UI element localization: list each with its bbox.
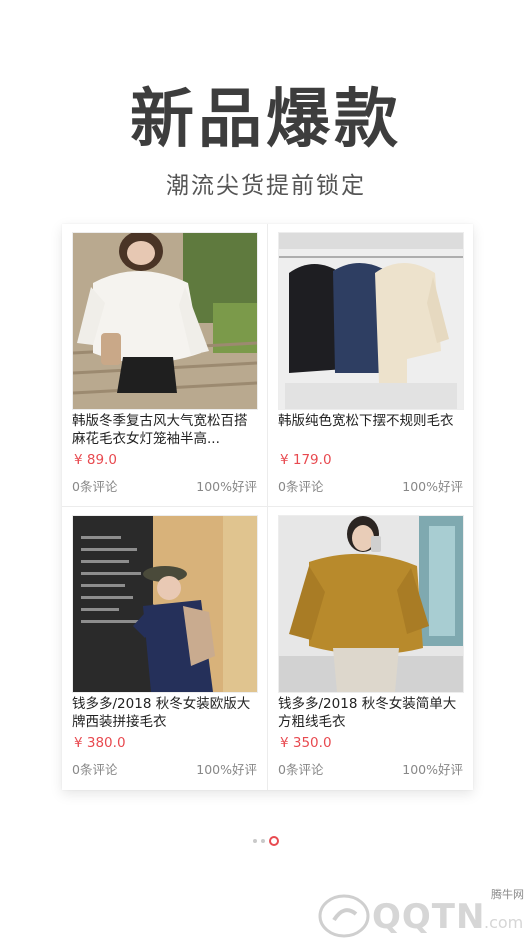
svg-text:.com: .com (484, 913, 523, 932)
watermark: 腾牛网 QQTN .com (316, 886, 526, 938)
product-comments: 0条评论 (72, 762, 118, 777)
product-image[interactable] (72, 232, 258, 410)
product-item[interactable]: 韩版纯色宽松下摆不规则毛衣 ¥ 179.0 0条评论 100%好评 (268, 224, 473, 506)
product-item[interactable]: 韩版冬季复古风大气宽松百搭麻花毛衣女灯笼袖半高... ¥ 89.0 0条评论 1… (62, 224, 267, 506)
white-sweater-photo (73, 233, 257, 409)
page-title: 新品爆款 (130, 82, 402, 157)
product-name[interactable]: 钱多多/2018 秋冬女装简单大方粗线毛衣 (278, 695, 466, 731)
page-indicator[interactable] (0, 835, 532, 847)
page-subtitle: 潮流尖货提前锁定 (166, 173, 366, 199)
mustard-sweater-photo (279, 516, 463, 692)
product-price: ¥ 179.0 (280, 452, 332, 468)
product-rating: 100%好评 (402, 762, 463, 777)
blazer-sweater-photo (73, 516, 257, 692)
product-price: ¥ 89.0 (74, 452, 117, 468)
product-image[interactable] (72, 515, 258, 693)
product-price: ¥ 380.0 (74, 735, 126, 751)
product-image[interactable] (278, 515, 464, 693)
product-rating: 100%好评 (402, 479, 463, 494)
product-image[interactable] (278, 232, 464, 410)
product-item[interactable]: 钱多多/2018 秋冬女装欧版大牌西装拼接毛衣 ¥ 380.0 0条评论 100… (62, 507, 267, 789)
product-price: ¥ 350.0 (280, 735, 332, 751)
product-rating: 100%好评 (196, 479, 257, 494)
product-name[interactable]: 韩版纯色宽松下摆不规则毛衣 (278, 412, 466, 448)
page-dot[interactable] (261, 839, 265, 843)
page-dot-active[interactable] (269, 836, 279, 846)
hanging-sweaters-photo (279, 233, 463, 409)
product-comments: 0条评论 (72, 479, 118, 494)
product-grid-card: 韩版冬季复古风大气宽松百搭麻花毛衣女灯笼袖半高... ¥ 89.0 0条评论 1… (62, 224, 473, 790)
product-comments: 0条评论 (278, 762, 324, 777)
svg-text:QQTN: QQTN (372, 897, 485, 937)
product-comments: 0条评论 (278, 479, 324, 494)
page-dot[interactable] (253, 839, 257, 843)
product-rating: 100%好评 (196, 762, 257, 777)
product-name[interactable]: 钱多多/2018 秋冬女装欧版大牌西装拼接毛衣 (72, 695, 260, 731)
product-item[interactable]: 钱多多/2018 秋冬女装简单大方粗线毛衣 ¥ 350.0 0条评论 100%好… (268, 507, 473, 789)
qqtn-logo-icon: QQTN .com (318, 894, 523, 938)
product-name[interactable]: 韩版冬季复古风大气宽松百搭麻花毛衣女灯笼袖半高... (72, 412, 260, 448)
